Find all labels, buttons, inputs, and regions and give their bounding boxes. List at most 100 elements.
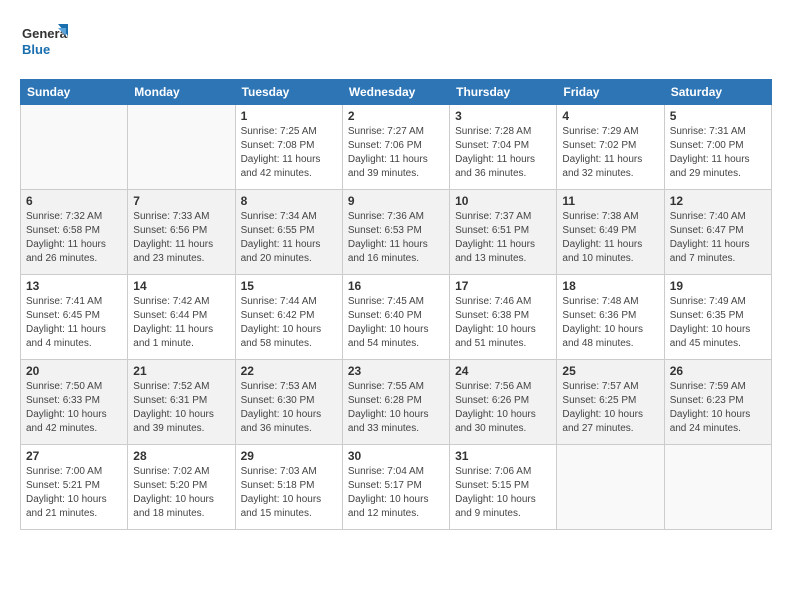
day-number: 11 bbox=[562, 194, 658, 208]
calendar-cell: 22 Sunrise: 7:53 AMSunset: 6:30 PMDayligh… bbox=[235, 360, 342, 445]
day-info: Sunrise: 7:37 AMSunset: 6:51 PMDaylight:… bbox=[455, 210, 551, 266]
page-header: General Blue bbox=[20, 16, 772, 69]
calendar-cell: 11Sunrise: 7:38 AMSunset: 6:49 PMDayligh… bbox=[557, 190, 664, 275]
calendar-cell: 19Sunrise: 7:49 AMSunset: 6:35 PMDayligh… bbox=[664, 275, 771, 360]
day-info: Sunrise: 7:59 AMSunset: 6:23 PMDaylight:… bbox=[670, 380, 766, 436]
calendar-cell: 20 Sunrise: 7:50 AMSunset: 6:33 PMDayligh… bbox=[21, 360, 128, 445]
calendar-cell bbox=[21, 105, 128, 190]
day-number: 20 bbox=[26, 364, 122, 378]
day-number: 28 bbox=[133, 449, 229, 463]
day-number: 29 bbox=[241, 449, 337, 463]
calendar-cell: 31 Sunrise: 7:06 AMSunset: 5:15 PMDayligh… bbox=[450, 445, 557, 530]
day-number: 16 bbox=[348, 279, 444, 293]
day-number: 9 bbox=[348, 194, 444, 208]
calendar-week-3: 13Sunrise: 7:41 AMSunset: 6:45 PMDayligh… bbox=[21, 275, 772, 360]
logo-icon: General Blue bbox=[20, 16, 68, 69]
day-number: 4 bbox=[562, 109, 658, 123]
day-info: Sunrise: 7:02 AMSunset: 5:20 PMDaylight:… bbox=[133, 465, 229, 521]
calendar-cell: 27 Sunrise: 7:00 AMSunset: 5:21 PMDayligh… bbox=[21, 445, 128, 530]
day-number: 31 bbox=[455, 449, 551, 463]
day-info: Sunrise: 7:36 AMSunset: 6:53 PMDaylight:… bbox=[348, 210, 444, 266]
day-number: 30 bbox=[348, 449, 444, 463]
calendar-cell: 5Sunrise: 7:31 AMSunset: 7:00 PMDaylight… bbox=[664, 105, 771, 190]
day-header-wednesday: Wednesday bbox=[342, 80, 449, 105]
day-info: Sunrise: 7:50 AMSunset: 6:33 PMDaylight:… bbox=[26, 380, 122, 436]
calendar-table: SundayMondayTuesdayWednesdayThursdayFrid… bbox=[20, 79, 772, 530]
calendar-week-1: 1 Sunrise: 7:25 AMSunset: 7:08 PMDaylight… bbox=[21, 105, 772, 190]
day-info: Sunrise: 7:27 AMSunset: 7:06 PMDaylight:… bbox=[348, 125, 444, 181]
day-number: 6 bbox=[26, 194, 122, 208]
calendar-cell: 18 Sunrise: 7:48 AMSunset: 6:36 PMDayligh… bbox=[557, 275, 664, 360]
day-info: Sunrise: 7:48 AMSunset: 6:36 PMDaylight:… bbox=[562, 295, 658, 351]
day-info: Sunrise: 7:56 AMSunset: 6:26 PMDaylight:… bbox=[455, 380, 551, 436]
day-info: Sunrise: 7:04 AMSunset: 5:17 PMDaylight:… bbox=[348, 465, 444, 521]
calendar-cell: 30 Sunrise: 7:04 AMSunset: 5:17 PMDayligh… bbox=[342, 445, 449, 530]
calendar-cell: 28 Sunrise: 7:02 AMSunset: 5:20 PMDayligh… bbox=[128, 445, 235, 530]
day-number: 21 bbox=[133, 364, 229, 378]
day-number: 10 bbox=[455, 194, 551, 208]
calendar-cell: 4 Sunrise: 7:29 AMSunset: 7:02 PMDaylight… bbox=[557, 105, 664, 190]
calendar-cell: 16 Sunrise: 7:45 AMSunset: 6:40 PMDayligh… bbox=[342, 275, 449, 360]
calendar-cell bbox=[664, 445, 771, 530]
day-number: 22 bbox=[241, 364, 337, 378]
day-info: Sunrise: 7:42 AMSunset: 6:44 PMDaylight:… bbox=[133, 295, 229, 351]
day-number: 1 bbox=[241, 109, 337, 123]
calendar-cell: 12 Sunrise: 7:40 AMSunset: 6:47 PMDayligh… bbox=[664, 190, 771, 275]
day-number: 15 bbox=[241, 279, 337, 293]
day-number: 14 bbox=[133, 279, 229, 293]
calendar-week-4: 20 Sunrise: 7:50 AMSunset: 6:33 PMDayligh… bbox=[21, 360, 772, 445]
calendar-cell: 21 Sunrise: 7:52 AMSunset: 6:31 PMDayligh… bbox=[128, 360, 235, 445]
day-header-thursday: Thursday bbox=[450, 80, 557, 105]
calendar-cell: 23 Sunrise: 7:55 AMSunset: 6:28 PMDayligh… bbox=[342, 360, 449, 445]
day-number: 24 bbox=[455, 364, 551, 378]
calendar-cell: 26 Sunrise: 7:59 AMSunset: 6:23 PMDayligh… bbox=[664, 360, 771, 445]
day-header-saturday: Saturday bbox=[664, 80, 771, 105]
calendar-cell: 15 Sunrise: 7:44 AMSunset: 6:42 PMDayligh… bbox=[235, 275, 342, 360]
day-number: 23 bbox=[348, 364, 444, 378]
calendar-cell: 24 Sunrise: 7:56 AMSunset: 6:26 PMDayligh… bbox=[450, 360, 557, 445]
day-info: Sunrise: 7:31 AMSunset: 7:00 PMDaylight:… bbox=[670, 125, 766, 181]
day-info: Sunrise: 7:25 AMSunset: 7:08 PMDaylight:… bbox=[241, 125, 337, 181]
calendar-cell: 14 Sunrise: 7:42 AMSunset: 6:44 PMDayligh… bbox=[128, 275, 235, 360]
calendar-cell: 10 Sunrise: 7:37 AMSunset: 6:51 PMDayligh… bbox=[450, 190, 557, 275]
calendar-cell bbox=[128, 105, 235, 190]
day-info: Sunrise: 7:06 AMSunset: 5:15 PMDaylight:… bbox=[455, 465, 551, 521]
day-number: 17 bbox=[455, 279, 551, 293]
day-number: 12 bbox=[670, 194, 766, 208]
day-info: Sunrise: 7:45 AMSunset: 6:40 PMDaylight:… bbox=[348, 295, 444, 351]
day-number: 13 bbox=[26, 279, 122, 293]
day-number: 3 bbox=[455, 109, 551, 123]
day-info: Sunrise: 7:40 AMSunset: 6:47 PMDaylight:… bbox=[670, 210, 766, 266]
day-number: 18 bbox=[562, 279, 658, 293]
day-info: Sunrise: 7:46 AMSunset: 6:38 PMDaylight:… bbox=[455, 295, 551, 351]
day-header-sunday: Sunday bbox=[21, 80, 128, 105]
day-info: Sunrise: 7:49 AMSunset: 6:35 PMDaylight:… bbox=[670, 295, 766, 351]
calendar-cell: 17 Sunrise: 7:46 AMSunset: 6:38 PMDayligh… bbox=[450, 275, 557, 360]
day-info: Sunrise: 7:44 AMSunset: 6:42 PMDaylight:… bbox=[241, 295, 337, 351]
day-info: Sunrise: 7:29 AMSunset: 7:02 PMDaylight:… bbox=[562, 125, 658, 181]
calendar-header-row: SundayMondayTuesdayWednesdayThursdayFrid… bbox=[21, 80, 772, 105]
day-number: 26 bbox=[670, 364, 766, 378]
day-info: Sunrise: 7:53 AMSunset: 6:30 PMDaylight:… bbox=[241, 380, 337, 436]
calendar-cell: 29 Sunrise: 7:03 AMSunset: 5:18 PMDayligh… bbox=[235, 445, 342, 530]
calendar-week-5: 27 Sunrise: 7:00 AMSunset: 5:21 PMDayligh… bbox=[21, 445, 772, 530]
svg-text:Blue: Blue bbox=[22, 42, 50, 57]
calendar-cell: 1 Sunrise: 7:25 AMSunset: 7:08 PMDaylight… bbox=[235, 105, 342, 190]
day-info: Sunrise: 7:00 AMSunset: 5:21 PMDaylight:… bbox=[26, 465, 122, 521]
day-info: Sunrise: 7:55 AMSunset: 6:28 PMDaylight:… bbox=[348, 380, 444, 436]
calendar-cell: 2 Sunrise: 7:27 AMSunset: 7:06 PMDaylight… bbox=[342, 105, 449, 190]
calendar-cell bbox=[557, 445, 664, 530]
calendar-cell: 7Sunrise: 7:33 AMSunset: 6:56 PMDaylight… bbox=[128, 190, 235, 275]
day-info: Sunrise: 7:03 AMSunset: 5:18 PMDaylight:… bbox=[241, 465, 337, 521]
calendar-week-2: 6Sunrise: 7:32 AMSunset: 6:58 PMDaylight… bbox=[21, 190, 772, 275]
calendar-cell: 13Sunrise: 7:41 AMSunset: 6:45 PMDayligh… bbox=[21, 275, 128, 360]
day-number: 7 bbox=[133, 194, 229, 208]
day-info: Sunrise: 7:57 AMSunset: 6:25 PMDaylight:… bbox=[562, 380, 658, 436]
day-info: Sunrise: 7:28 AMSunset: 7:04 PMDaylight:… bbox=[455, 125, 551, 181]
calendar-cell: 3 Sunrise: 7:28 AMSunset: 7:04 PMDaylight… bbox=[450, 105, 557, 190]
day-info: Sunrise: 7:52 AMSunset: 6:31 PMDaylight:… bbox=[133, 380, 229, 436]
calendar-cell: 9 Sunrise: 7:36 AMSunset: 6:53 PMDaylight… bbox=[342, 190, 449, 275]
day-number: 27 bbox=[26, 449, 122, 463]
day-number: 2 bbox=[348, 109, 444, 123]
day-header-tuesday: Tuesday bbox=[235, 80, 342, 105]
